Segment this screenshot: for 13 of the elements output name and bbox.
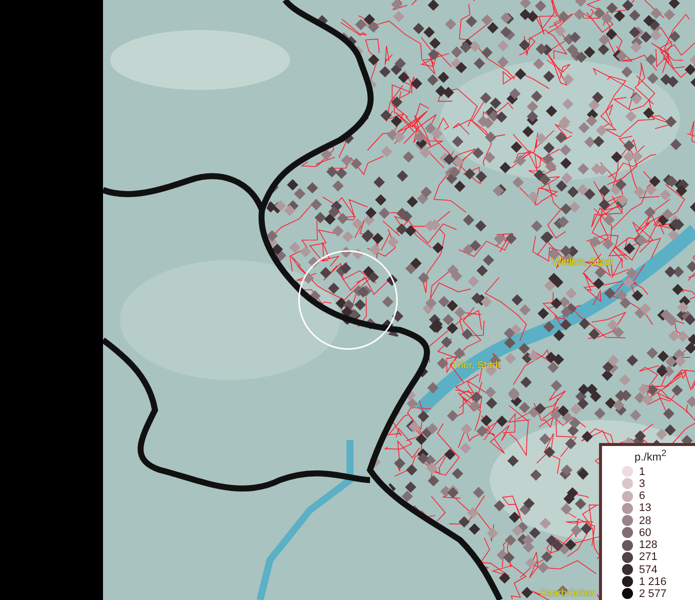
legend-value: 1 216 bbox=[639, 576, 667, 588]
legend-value: 271 bbox=[639, 551, 658, 564]
legend-value: 13 bbox=[639, 502, 652, 514]
legend-value: 128 bbox=[639, 539, 658, 552]
legend-value: 1 bbox=[639, 466, 646, 478]
place-label: Saarbrücker bbox=[540, 588, 594, 599]
legend-value: 2 577 bbox=[639, 588, 667, 600]
legend-value: 6 bbox=[639, 490, 646, 502]
legend-value: 574 bbox=[639, 564, 658, 576]
legend-title: p./km$^{2}$ bbox=[634, 448, 666, 464]
legend-value: 60 bbox=[639, 526, 652, 539]
legend-value: 3 bbox=[639, 478, 646, 490]
legend-value: 28 bbox=[639, 514, 652, 527]
